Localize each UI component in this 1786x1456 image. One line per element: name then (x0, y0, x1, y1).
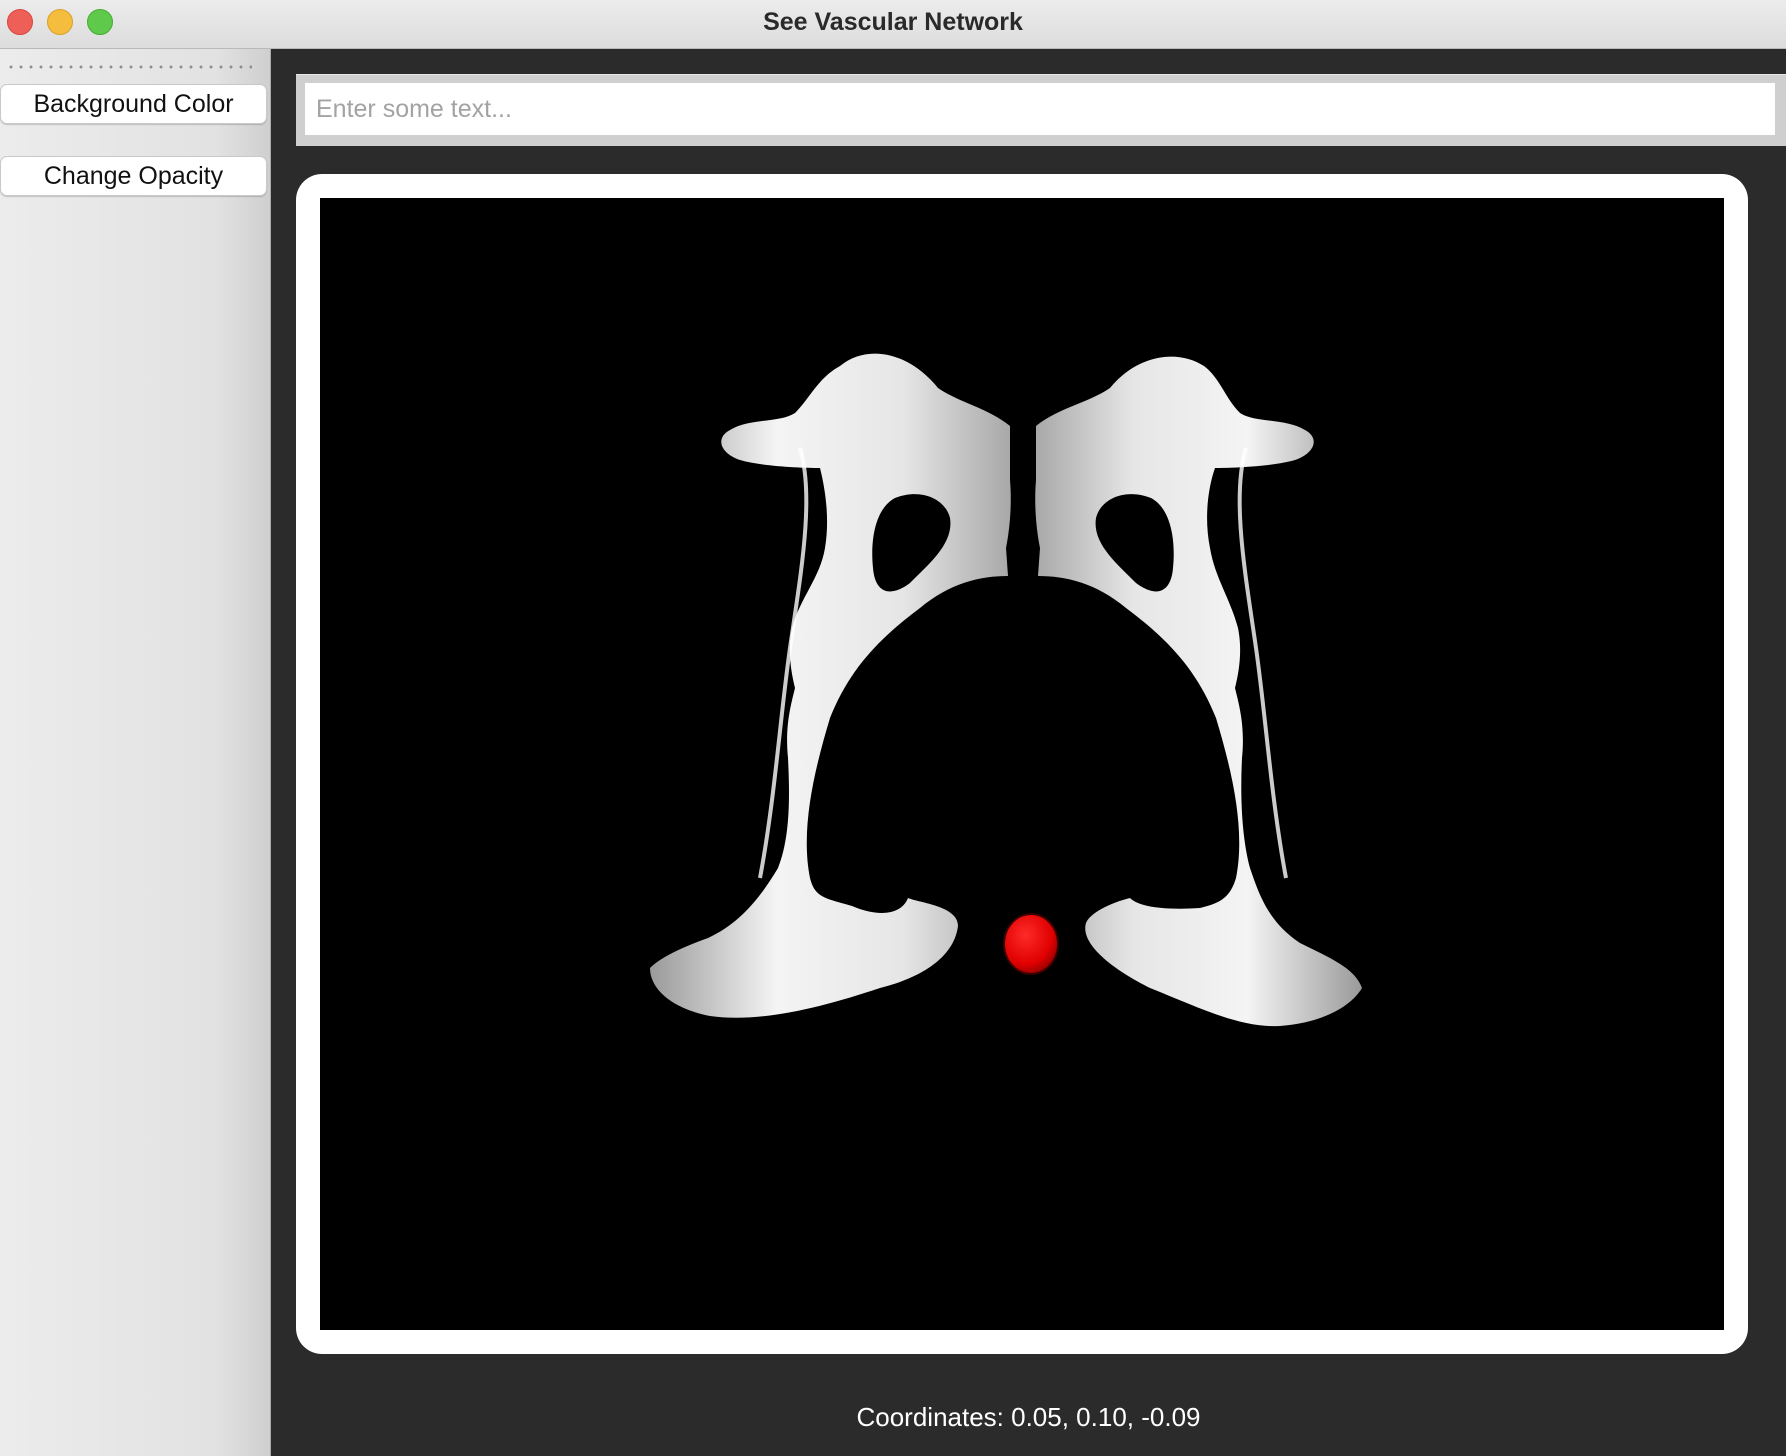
viewer-frame (296, 174, 1748, 1354)
app-window: See Vascular Network Background Color Ch… (0, 0, 1786, 1456)
main-panel: Coordinates: 0.05, 0.10, -0.09 (271, 49, 1786, 1456)
title-bar[interactable]: See Vascular Network (0, 0, 1786, 49)
3d-viewport[interactable] (320, 198, 1724, 1330)
pelvis-model-render[interactable] (320, 198, 1724, 1330)
pelvis-left-half (650, 353, 1011, 1018)
pelvis-right-half (1035, 356, 1362, 1027)
text-input[interactable] (305, 83, 1775, 135)
selection-marker (1003, 913, 1059, 975)
drag-grip-icon[interactable] (6, 65, 252, 69)
background-color-button[interactable]: Background Color (0, 84, 267, 124)
change-opacity-button[interactable]: Change Opacity (0, 156, 267, 196)
sidebar: Background Color Change Opacity (0, 49, 271, 1456)
window-title: See Vascular Network (763, 8, 1023, 36)
coordinates-readout: Coordinates: 0.05, 0.10, -0.09 (856, 1402, 1201, 1432)
text-input-frame (296, 74, 1786, 146)
